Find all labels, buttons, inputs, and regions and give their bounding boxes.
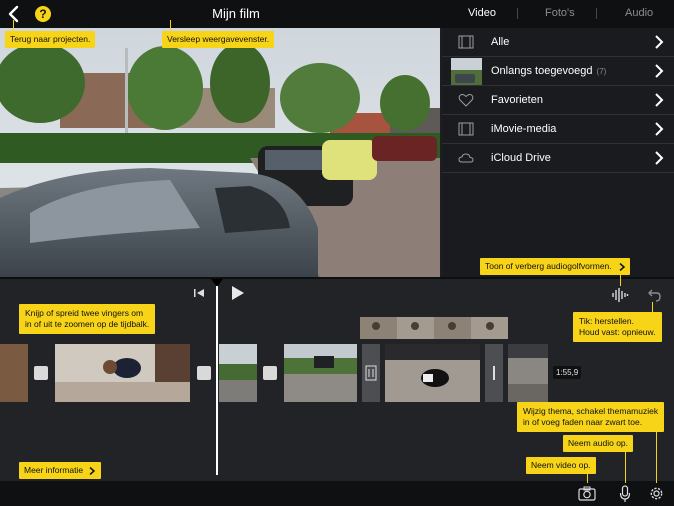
tab-photos[interactable]: Foto's — [545, 7, 575, 19]
microphone-icon[interactable] — [619, 485, 631, 503]
tip-back: Terug naar projecten. — [5, 31, 96, 48]
browser-item-label: Alle — [491, 36, 510, 48]
browser-item-label: Onlangs toegevoegd (7) — [491, 65, 607, 77]
video-preview[interactable] — [0, 28, 440, 277]
tip-pointer — [587, 471, 588, 483]
cloud-icon — [458, 153, 474, 163]
media-browser: Alle Onlangs toegevoegd (7) Favorieten iM… — [442, 28, 674, 277]
trim-handle[interactable] — [485, 344, 503, 402]
film-strip-icon — [458, 35, 474, 49]
film-strip-icon — [458, 122, 474, 136]
top-bar: ? Mijn film Video Foto's Audio — [0, 0, 674, 28]
gear-icon[interactable] — [648, 485, 665, 502]
chevron-right-icon — [655, 151, 664, 165]
browser-item-label: iCloud Drive — [491, 152, 551, 164]
chevron-right-icon — [655, 122, 664, 136]
browser-item-label: Favorieten — [491, 94, 543, 106]
browser-item-recent[interactable]: Onlangs toegevoegd (7) — [442, 57, 674, 86]
playhead[interactable] — [216, 286, 218, 475]
chevron-right-icon — [655, 35, 664, 49]
project-title: Mijn film — [212, 6, 260, 21]
heart-icon — [458, 94, 474, 107]
audio-waveform-icon[interactable] — [611, 287, 629, 303]
chevron-right-icon — [655, 93, 664, 107]
timeline-clip[interactable] — [55, 344, 190, 402]
tip-pinch-zoom: Knijp of spreid twee vingers om in of ui… — [19, 304, 156, 334]
tab-video[interactable]: Video — [468, 7, 496, 19]
chevron-right-icon — [655, 64, 664, 78]
tip-undo: Tik: herstellen. Houd vast: opnieuw. — [573, 312, 662, 342]
tip-more-info[interactable]: Meer informatie — [19, 462, 102, 479]
tip-waveforms[interactable]: Toon of verberg audiogolfvormen. — [480, 258, 630, 275]
transition-icon[interactable] — [34, 366, 48, 380]
duration-badge: 1:55,9 — [553, 366, 582, 379]
tip-pointer — [13, 20, 14, 31]
recent-thumbnail — [451, 58, 482, 85]
preview-frame-image — [0, 28, 440, 277]
cutaway-clip[interactable] — [360, 317, 508, 339]
timeline-clip[interactable] — [284, 344, 357, 402]
tip-pointer — [652, 302, 653, 312]
trim-handle[interactable] — [362, 344, 380, 402]
bottom-toolbar — [0, 481, 674, 506]
transition-icon[interactable] — [263, 366, 277, 380]
browser-item-all[interactable]: Alle — [442, 28, 674, 57]
browser-item-label: iMovie-media — [491, 123, 557, 135]
play-icon[interactable] — [231, 285, 245, 301]
tip-pointer — [625, 449, 626, 483]
chevron-right-icon — [619, 263, 625, 271]
transition-icon[interactable] — [197, 366, 211, 380]
timeline-clip[interactable] — [385, 344, 480, 402]
browser-item-imovie-media[interactable]: iMovie-media — [442, 115, 674, 144]
tip-pointer — [620, 272, 621, 286]
tip-pointer — [170, 20, 171, 31]
tip-drag-viewer: Versleep weergavevenster. — [162, 31, 275, 48]
timeline-clip[interactable] — [0, 344, 28, 402]
tip-record-audio: Neem audio op. — [563, 435, 634, 452]
camera-icon[interactable] — [578, 486, 596, 501]
timeline-clip[interactable] — [508, 344, 548, 402]
tip-pointer — [656, 428, 657, 483]
tab-separator — [517, 8, 518, 19]
tab-separator — [596, 8, 597, 19]
undo-icon[interactable] — [644, 287, 662, 303]
chevron-right-icon — [89, 467, 96, 475]
browser-item-icloud-drive[interactable]: iCloud Drive — [442, 144, 674, 173]
timeline-clip[interactable] — [219, 344, 257, 402]
tip-record-video: Neem video op. — [526, 457, 596, 474]
tip-theme-settings: Wijzig thema, schakel themamuziek in of … — [517, 402, 665, 432]
browser-item-favorites[interactable]: Favorieten — [442, 86, 674, 115]
recent-count: (7) — [596, 67, 607, 76]
skip-to-start-icon[interactable] — [193, 287, 205, 299]
tab-audio[interactable]: Audio — [625, 7, 653, 19]
